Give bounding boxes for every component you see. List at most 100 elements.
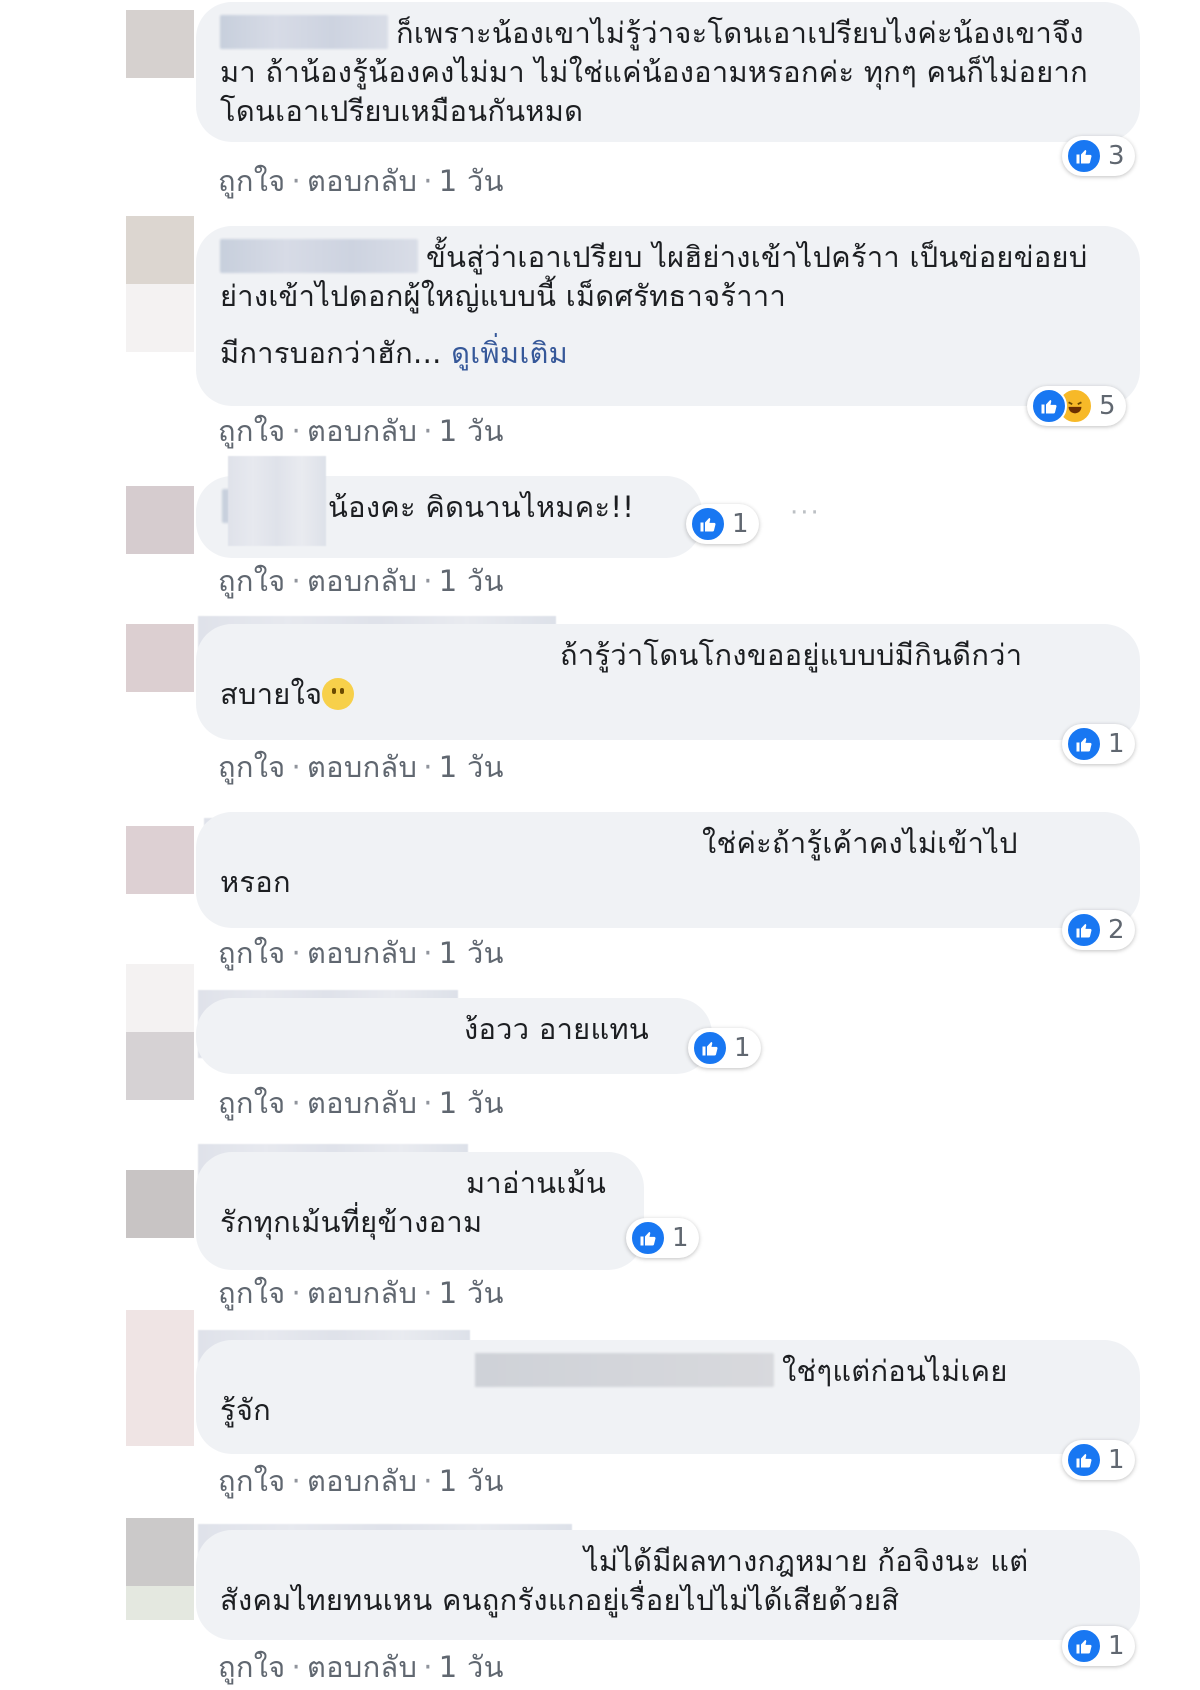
timestamp-link[interactable]: 1 วัน bbox=[439, 564, 504, 598]
comment-actions: ถูกใจ · ตอบกลับ · 1 วัน bbox=[218, 1080, 504, 1126]
comment-text: น้องคะ คิดนานไหมคะ!! bbox=[328, 490, 635, 524]
timestamp-link[interactable]: 1 วัน bbox=[439, 1464, 504, 1498]
commenter-name-blurred[interactable] bbox=[220, 15, 388, 49]
timestamp-link[interactable]: 1 วัน bbox=[439, 1650, 504, 1684]
see-more-link[interactable]: ดูเพิ่มเติม bbox=[451, 336, 568, 370]
reaction-count[interactable]: 1 bbox=[1062, 724, 1135, 764]
commenter-name-blurred-tall bbox=[228, 456, 326, 546]
comment-bubble: ใช่ค่ะถ้ารู้เค้าคงไม่เข้าไป หรอก bbox=[196, 812, 1140, 928]
reaction-number: 1 bbox=[1108, 1631, 1125, 1661]
timestamp-link[interactable]: 1 วัน bbox=[439, 1086, 504, 1120]
reaction-number: 1 bbox=[734, 1033, 751, 1063]
comment-actions: ถูกใจ · ตอบกลับ · 1 วัน bbox=[218, 408, 504, 454]
like-icon bbox=[1066, 726, 1102, 762]
avatar-extension bbox=[126, 1032, 194, 1100]
avatar[interactable] bbox=[126, 486, 194, 554]
timestamp-link[interactable]: 1 วัน bbox=[439, 164, 504, 198]
reaction-count[interactable]: 1 bbox=[626, 1218, 699, 1258]
reply-link[interactable]: ตอบกลับ bbox=[307, 164, 417, 198]
reply-link[interactable]: ตอบกลับ bbox=[307, 564, 417, 598]
reaction-number: 5 bbox=[1099, 391, 1116, 421]
commenter-name-blurred[interactable] bbox=[220, 1353, 774, 1387]
like-link[interactable]: ถูกใจ bbox=[218, 1276, 285, 1310]
separator-dot: · bbox=[291, 564, 302, 598]
commenter-name-spacer bbox=[220, 1011, 456, 1045]
separator-dot: · bbox=[291, 1650, 302, 1684]
separator-dot: · bbox=[291, 1276, 302, 1310]
timestamp-link[interactable]: 1 วัน bbox=[439, 936, 504, 970]
reply-link[interactable]: ตอบกลับ bbox=[307, 936, 417, 970]
like-link[interactable]: ถูกใจ bbox=[218, 564, 285, 598]
comment-text: ง้อวว อายแทน bbox=[464, 1012, 649, 1046]
comment-bubble: ง้อวว อายแทน bbox=[196, 998, 712, 1074]
timestamp-link[interactable]: 1 วัน bbox=[439, 1276, 504, 1310]
separator-dot: · bbox=[423, 564, 433, 598]
separator-dot: · bbox=[423, 1276, 433, 1310]
reaction-count[interactable]: 5 bbox=[1027, 386, 1126, 426]
like-link[interactable]: ถูกใจ bbox=[218, 936, 285, 970]
separator-dot: · bbox=[423, 1650, 433, 1684]
reply-link[interactable]: ตอบกลับ bbox=[307, 414, 417, 448]
reply-link[interactable]: ตอบกลับ bbox=[307, 1276, 417, 1310]
avatar[interactable] bbox=[126, 826, 194, 894]
comment-bubble: มาอ่านเม้น รักทุกเม้นที่ยุข้างอาม bbox=[196, 1152, 644, 1270]
timestamp-link[interactable]: 1 วัน bbox=[439, 414, 504, 448]
reaction-number: 1 bbox=[672, 1223, 689, 1253]
timestamp-link[interactable]: 1 วัน bbox=[439, 750, 504, 784]
reply-link[interactable]: ตอบกลับ bbox=[307, 1650, 417, 1684]
avatar[interactable] bbox=[126, 1518, 194, 1586]
reply-link[interactable]: ตอบกลับ bbox=[307, 1086, 417, 1120]
avatar[interactable] bbox=[126, 964, 194, 1032]
avatar[interactable] bbox=[126, 216, 194, 284]
comment-bubble: ถ้ารู้ว่าโดนโกงขออยู่แบบบ่มีกินดีกว่า สบ… bbox=[196, 624, 1140, 740]
separator-dot: · bbox=[291, 750, 302, 784]
avatar[interactable] bbox=[126, 10, 194, 78]
comment-actions: ถูกใจ · ตอบกลับ · 1 วัน bbox=[218, 930, 504, 976]
avatar[interactable] bbox=[126, 1310, 194, 1446]
like-link[interactable]: ถูกใจ bbox=[218, 1464, 285, 1498]
like-link[interactable]: ถูกใจ bbox=[218, 414, 285, 448]
separator-dot: · bbox=[291, 1086, 302, 1120]
comment-text-continued: หรอก bbox=[220, 865, 291, 899]
reply-link[interactable]: ตอบกลับ bbox=[307, 750, 417, 784]
comment-actions: ถูกใจ · ตอบกลับ · 1 วัน bbox=[218, 1458, 504, 1504]
separator-dot: · bbox=[423, 164, 433, 198]
comment-text-continued: สังคมไทยทนเหน คนถูกรังแกอยู่เรื่อยไปไม่ไ… bbox=[220, 1583, 900, 1617]
like-link[interactable]: ถูกใจ bbox=[218, 164, 285, 198]
comment-bubble: ขั้นสู่ว่าเอาเปรียบ ไผฮิย่างเข้าไปคร้าา … bbox=[196, 226, 1140, 406]
separator-dot: · bbox=[291, 1464, 302, 1498]
avatar[interactable] bbox=[126, 624, 194, 692]
reaction-number: 2 bbox=[1108, 915, 1125, 945]
more-options-icon[interactable]: ··· bbox=[790, 498, 821, 528]
reaction-count[interactable]: 1 bbox=[686, 504, 759, 544]
separator-dot: · bbox=[291, 414, 302, 448]
separator-dot: · bbox=[423, 1086, 433, 1120]
commenter-name-spacer bbox=[220, 1543, 576, 1577]
like-icon bbox=[1031, 388, 1067, 424]
like-link[interactable]: ถูกใจ bbox=[218, 1086, 285, 1120]
reaction-number: 1 bbox=[1108, 1445, 1125, 1475]
separator-dot: · bbox=[423, 750, 433, 784]
like-link[interactable]: ถูกใจ bbox=[218, 750, 285, 784]
comment-text: ไม่ได้มีผลทางกฎหมาย ก้อจิงนะ แต่ bbox=[584, 1544, 1029, 1578]
comment-text: ถ้ารู้ว่าโดนโกงขออยู่แบบบ่มีกินดีกว่า bbox=[560, 638, 1023, 672]
comment-actions: ถูกใจ · ตอบกลับ · 1 วัน bbox=[218, 1644, 504, 1690]
reply-link[interactable]: ตอบกลับ bbox=[307, 1464, 417, 1498]
comment-bubble: ไม่ได้มีผลทางกฎหมาย ก้อจิงนะ แต่ สังคมไท… bbox=[196, 1530, 1140, 1640]
comment-bubble: ก็เพราะน้องเขาไม่รู้ว่าจะโดนเอาเปรียบไงค… bbox=[196, 2, 1140, 142]
reaction-count[interactable]: 2 bbox=[1062, 910, 1135, 950]
commenter-name-blurred[interactable] bbox=[220, 239, 418, 273]
reaction-count[interactable]: 1 bbox=[1062, 1440, 1135, 1480]
separator-dot: · bbox=[423, 936, 433, 970]
comment-bubble: ใช่ๆแต่ก่อนไม่เคย รู้จัก bbox=[196, 1340, 1140, 1454]
like-icon bbox=[1066, 1442, 1102, 1478]
reaction-count[interactable]: 1 bbox=[688, 1028, 761, 1068]
reaction-number: 1 bbox=[732, 509, 749, 539]
like-link[interactable]: ถูกใจ bbox=[218, 1650, 285, 1684]
separator-dot: · bbox=[423, 1464, 433, 1498]
avatar[interactable] bbox=[126, 1170, 194, 1238]
like-icon bbox=[1066, 138, 1102, 174]
reaction-count[interactable]: 1 bbox=[1062, 1626, 1135, 1666]
reaction-count[interactable]: 3 bbox=[1062, 136, 1135, 176]
comment-text-continued: สบายใจ bbox=[220, 677, 323, 711]
